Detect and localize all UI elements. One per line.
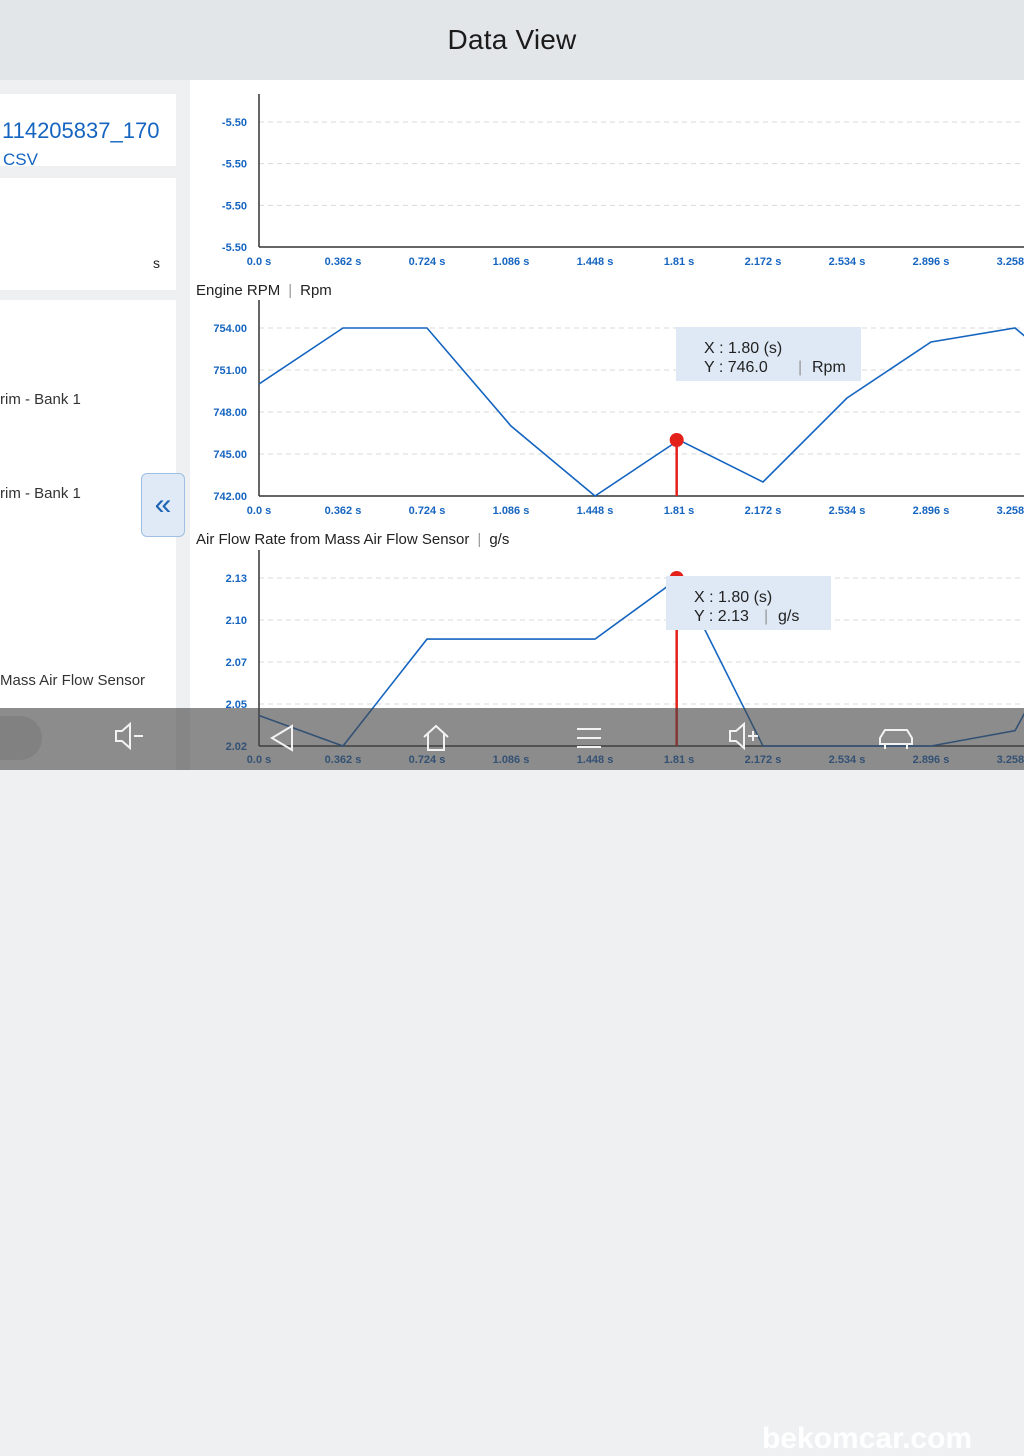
tooltip-unit: Rpm [812,359,846,376]
x-tick-label: 1.086 s [493,505,530,517]
file-extension: CSV [3,150,38,169]
cursor-dot [669,433,684,447]
param-item-fuel-trim-bank1-a[interactable]: rim - Bank 1 [0,391,81,408]
collapse-panel-button[interactable]: « [141,473,185,537]
watermark-text: bekomcar.com [762,1422,973,1455]
y-tick-label: -5.50 [222,117,247,129]
y-tick-label: 2.10 [226,615,247,627]
tooltip-x-value: X : 1.80 (s) [694,589,772,606]
x-tick-label: 2.534 s [829,505,866,517]
x-tick-label: 1.81 s [664,256,695,268]
y-tick-label: -5.50 [222,200,247,212]
tooltip-x-value: X : 1.80 (s) [704,340,782,357]
x-tick-label: 2.896 s [913,505,950,517]
time-unit-label: s [153,255,160,271]
x-tick-label: 3.258 s [997,505,1024,517]
app-header: Data View [0,0,1024,80]
x-tick-label: 2.172 s [745,505,782,517]
file-card[interactable]: 114205837_170 CSV [0,94,176,169]
charts-svg: -5.50-5.50-5.50-5.500.0 s 0.362 s 0.724 s1… [213,94,1024,766]
home-icon[interactable] [420,722,452,759]
x-tick-label: 3.258 s [997,256,1024,268]
volume-up-icon[interactable] [726,720,762,757]
y-tick-label: -5.50 [222,159,247,171]
y-tick-label: 754.00 [213,323,247,335]
time-setting-card [0,178,176,378]
param-item-fuel-trim-bank1-b[interactable]: rim - Bank 1 [0,485,81,502]
y-tick-label: 745.00 [213,449,247,461]
x-tick-label: 2.896 s [913,256,950,268]
y-tick-label: 2.13 [226,573,247,585]
tooltip-y-value: Y : 2.13 [694,608,749,625]
y-tick-label: 742.00 [213,491,247,503]
file-name: 114205837_170 [2,118,160,143]
back-icon[interactable] [268,722,298,759]
x-tick-label: 1.086 s [493,256,530,268]
double-chevron-left-icon: « [154,488,172,521]
y-tick-label: 751.00 [213,365,247,377]
tooltip-separator: | [798,359,802,376]
menu-icon[interactable] [574,722,604,759]
tooltip-separator: | [764,608,768,625]
engine-rpm-title: Engine RPM [196,282,281,299]
engine-rpm-unit: Rpm [300,282,332,299]
param-item-maf-sensor[interactable]: Mass Air Flow Sensor [0,672,145,689]
x-tick-label: 0.362 s [325,256,362,268]
air-flow-unit: g/s [489,531,510,548]
x-tick-label: 0.724 s [409,256,446,268]
x-tick-label: 1.448 s [577,505,614,517]
system-nav-bar: bekomcar.com [0,708,1024,1455]
charts-area: -5.50 -5.50 -5.50 -5.50 0.0 s 0.362 s 0.724 s1… [190,80,1024,770]
page-title: Data View [447,24,577,55]
tooltip-y-value: Y : 746.0 [704,359,768,376]
left-panel: 114205837_170 CSV s rim - Bank 1 rim - B… [0,80,190,770]
x-tick-label: 1.81 s [664,505,695,517]
tooltip-unit: g/s [778,608,799,625]
x-tick-label: 0.362 s [325,505,362,517]
y-tick-label: -5.50 [222,242,247,254]
y-tick-label: 748.00 [213,407,247,419]
chart-label-air-flow: Air Flow Rate from Mass Air Flow Sensor |… [196,531,510,548]
car-icon[interactable] [876,722,916,759]
x-tick-label: 0.0 s [247,256,271,268]
nav-pill [0,716,42,760]
x-tick-label: 2.172 s [745,256,782,268]
air-flow-title: Air Flow Rate from Mass Air Flow Sensor [196,531,470,548]
y-tick-label: 2.07 [226,657,247,669]
x-tick-label: 1.448 s [577,256,614,268]
volume-down-icon[interactable] [112,720,146,757]
x-tick-label: 2.534 s [829,256,866,268]
x-tick-label: 0.0 s [247,505,271,517]
chart-label-engine-rpm: Engine RPM | Rpm [196,282,332,299]
x-tick-label: 0.724 s [409,505,446,517]
